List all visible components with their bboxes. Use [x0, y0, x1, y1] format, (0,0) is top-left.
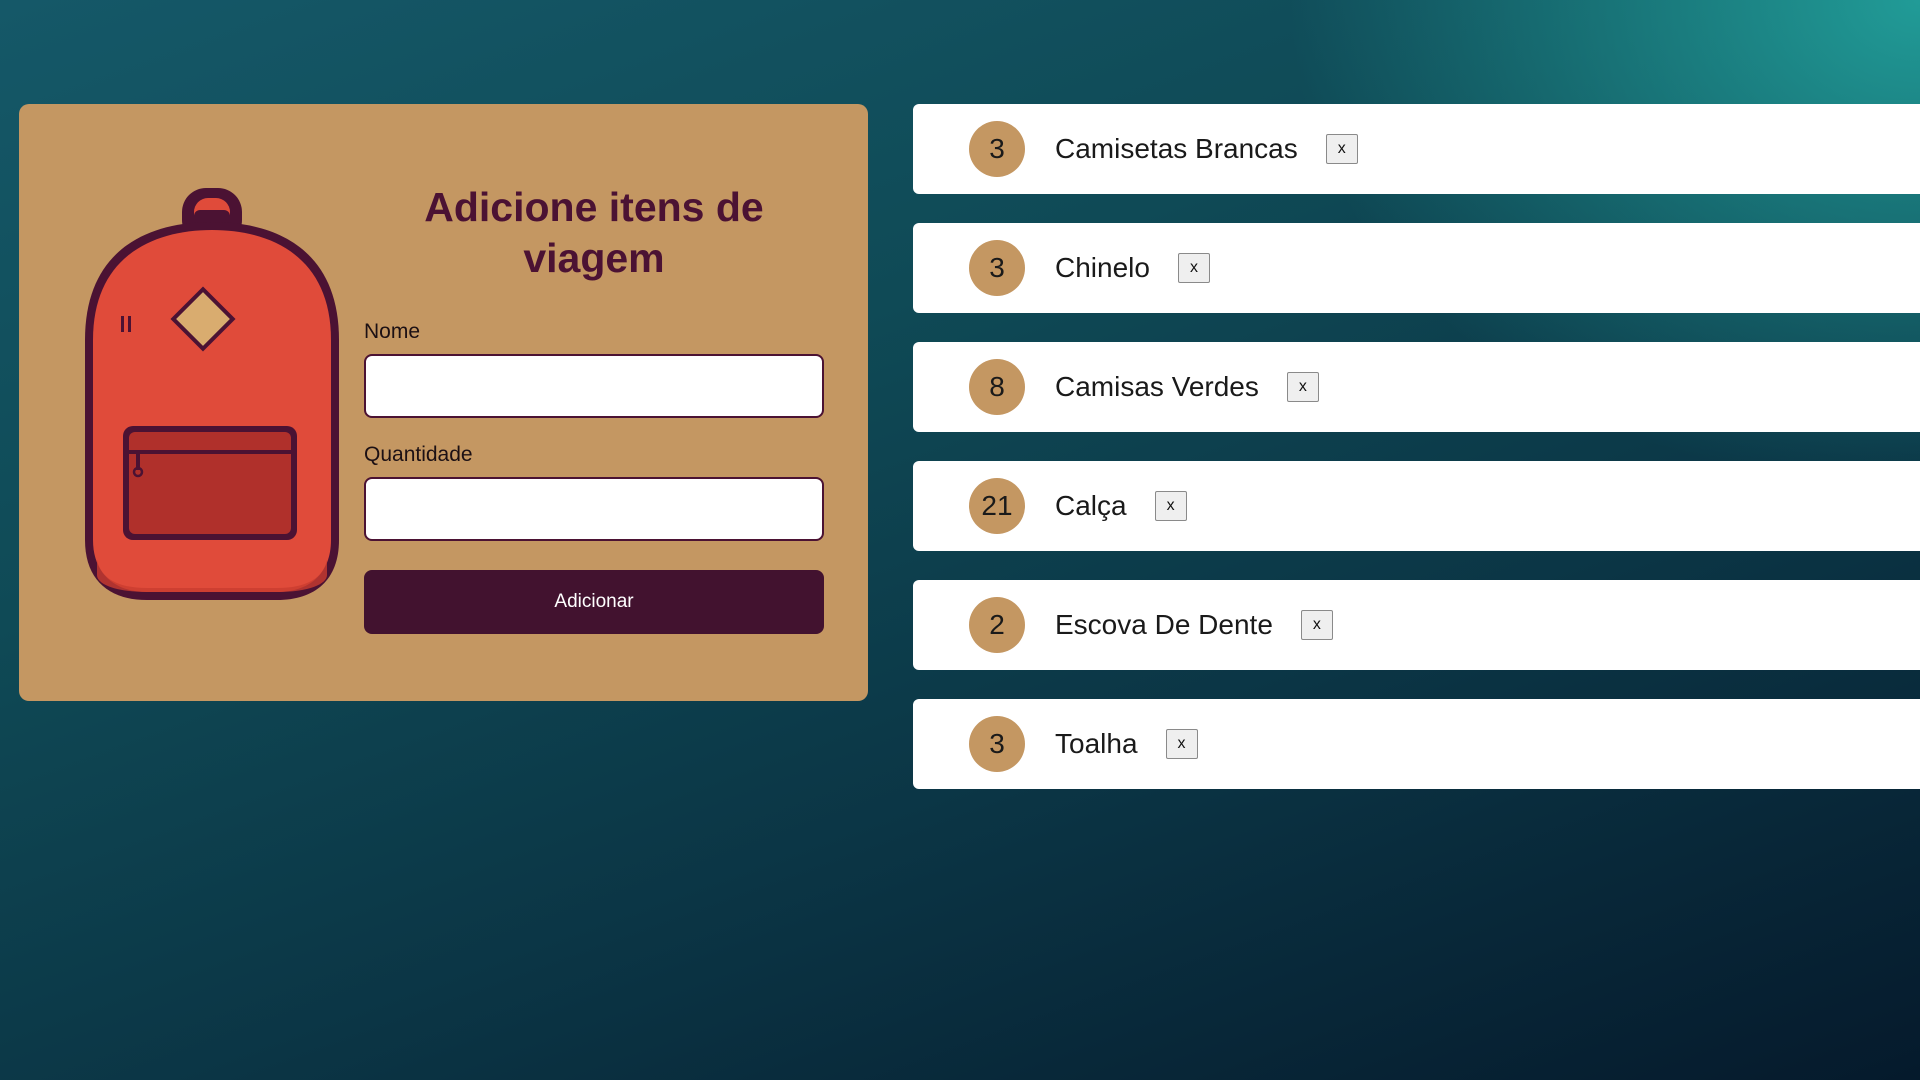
quantity-input[interactable] — [364, 477, 824, 541]
remove-button[interactable]: x — [1177, 253, 1210, 283]
name-label: Nome — [364, 320, 421, 343]
list-item: 3 Camisetas Brancas x — [913, 104, 1920, 194]
item-name: Chinelo — [1055, 252, 1150, 283]
remove-button[interactable]: x — [1154, 491, 1187, 521]
list-item: 8 Camisas Verdes x — [913, 342, 1920, 432]
quantity-badge: 8 — [969, 359, 1025, 415]
item-name: Camisetas Brancas — [1055, 133, 1298, 164]
quantity-label: Quantidade — [364, 443, 473, 466]
list-item: 3 Toalha x — [913, 699, 1920, 789]
item-name: Escova De Dente — [1055, 609, 1273, 640]
item-name: Calça — [1055, 490, 1127, 521]
quantity-badge: 3 — [969, 716, 1025, 772]
form-title: Adicione itens de viagem — [424, 184, 764, 281]
quantity-badge: 3 — [969, 240, 1025, 296]
backpack-icon — [85, 188, 339, 600]
remove-button[interactable]: x — [1165, 729, 1198, 759]
list-item: 2 Escova De Dente x — [913, 580, 1920, 670]
list-item: 3 Chinelo x — [913, 223, 1920, 313]
quantity-badge: 2 — [969, 597, 1025, 653]
list-item: 21 Calça x — [913, 461, 1920, 551]
add-item-form: Adicione itens de viagem Nome Quantidade… — [364, 182, 824, 634]
add-item-card: Adicione itens de viagem Nome Quantidade… — [19, 104, 868, 701]
remove-button[interactable]: x — [1300, 610, 1333, 640]
remove-button[interactable]: x — [1286, 372, 1319, 402]
remove-button[interactable]: x — [1325, 134, 1358, 164]
item-name: Camisas Verdes — [1055, 371, 1259, 402]
items-list: 3 Camisetas Brancas x 3 Chinelo x 8 Cami… — [913, 104, 1920, 818]
name-input[interactable] — [364, 354, 824, 418]
item-name: Toalha — [1055, 728, 1138, 759]
quantity-badge: 3 — [969, 121, 1025, 177]
quantity-badge: 21 — [969, 478, 1025, 534]
add-button[interactable]: Adicionar — [364, 570, 824, 634]
